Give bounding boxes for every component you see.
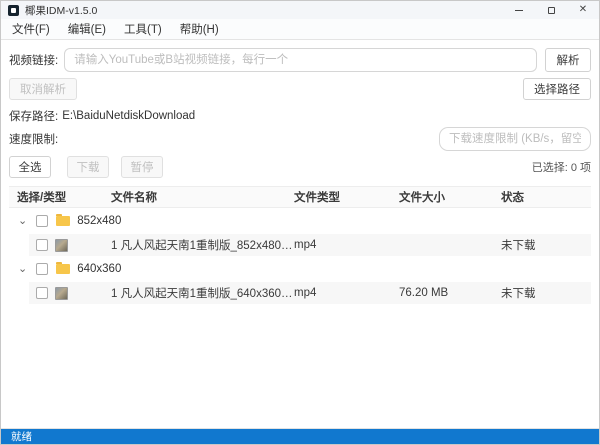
menu-tools[interactable]: 工具(T)	[115, 19, 171, 39]
col-file-name: 文件名称	[111, 189, 294, 205]
file-name: 1 凡人风起天南1重制版_640x360_avc1	[111, 285, 294, 301]
status-text: 就绪	[11, 429, 32, 444]
col-status: 状态	[501, 189, 591, 205]
choose-path-button[interactable]: 选择路径	[523, 78, 591, 100]
chevron-down-icon[interactable]: ⌄	[18, 265, 27, 273]
file-status: 未下载	[501, 237, 591, 253]
main-content: 视频链接: 解析 取消解析 选择路径 保存路径: E:\BaiduNetdisk…	[1, 40, 599, 428]
menu-edit[interactable]: 编辑(E)	[59, 19, 115, 39]
file-size: 76.20 MB	[399, 287, 501, 299]
window-controls: ✕	[503, 1, 599, 19]
file-row[interactable]: 1 凡人风起天南1重制版_640x360_avc1mp476.20 MB未下载	[29, 282, 591, 304]
group-row[interactable]: ⌄ 640x360	[9, 258, 591, 280]
status-bar: 就绪	[1, 428, 599, 444]
group-checkbox[interactable]	[36, 263, 48, 275]
video-thumbnail-icon	[55, 287, 68, 300]
group-name: 852x480	[77, 215, 121, 227]
file-name: 1 凡人风起天南1重制版_852x480_avc1	[111, 237, 294, 253]
file-select-cell	[29, 239, 111, 252]
window-title: 椰果IDM-v1.5.0	[25, 3, 97, 18]
menu-help[interactable]: 帮助(H)	[171, 19, 228, 39]
actions-row: 取消解析 选择路径	[9, 78, 591, 100]
files-table: 选择/类型 文件名称 文件类型 文件大小 状态 ⌄ 852x480 1 凡人风起天南…	[9, 186, 591, 304]
video-link-label: 视频链接:	[9, 52, 58, 68]
speed-limit-input[interactable]	[439, 127, 591, 151]
maximize-button[interactable]	[535, 1, 567, 19]
video-link-input[interactable]	[64, 48, 537, 72]
file-row[interactable]: 1 凡人风起天南1重制版_852x480_avc1mp4 未下载	[29, 234, 591, 256]
speed-limit-row: 速度限制:	[9, 127, 591, 151]
table-header: 选择/类型 文件名称 文件类型 文件大小 状态	[9, 186, 591, 208]
group-checkbox[interactable]	[36, 215, 48, 227]
toolbar-row: 全选 下载 暂停 已选择: 0 项	[9, 156, 591, 178]
file-checkbox[interactable]	[36, 287, 48, 299]
menu-bar: 文件(F) 编辑(E) 工具(T) 帮助(H)	[1, 19, 599, 40]
file-type: mp4	[294, 287, 399, 299]
chevron-down-icon[interactable]: ⌄	[18, 217, 27, 225]
parse-button[interactable]: 解析	[545, 48, 591, 72]
app-window: 椰果IDM-v1.5.0 ✕ 文件(F) 编辑(E) 工具(T) 帮助(H) 视…	[0, 0, 600, 445]
cancel-parse-button[interactable]: 取消解析	[9, 78, 77, 100]
folder-icon	[56, 264, 70, 274]
title-bar: 椰果IDM-v1.5.0 ✕	[1, 1, 599, 19]
save-path-value: E:\BaiduNetdiskDownload	[62, 110, 195, 122]
save-path-row: 保存路径: E:\BaiduNetdiskDownload	[9, 108, 591, 124]
folder-icon	[56, 216, 70, 226]
table-body: ⌄852x4801 凡人风起天南1重制版_852x480_avc1mp4未下载⌄…	[9, 210, 591, 304]
speed-limit-label: 速度限制:	[9, 131, 58, 147]
pause-button[interactable]: 暂停	[121, 156, 163, 178]
app-icon	[8, 5, 19, 16]
video-link-row: 视频链接: 解析	[9, 48, 591, 72]
col-file-size: 文件大小	[399, 189, 501, 205]
minimize-icon	[515, 10, 523, 11]
selected-count: 已选择: 0 项	[532, 159, 591, 175]
maximize-icon	[548, 7, 555, 14]
file-select-cell	[29, 287, 111, 300]
file-type: mp4	[294, 239, 399, 251]
download-button[interactable]: 下载	[67, 156, 109, 178]
col-file-type: 文件类型	[294, 189, 399, 205]
save-path-label: 保存路径:	[9, 108, 58, 124]
col-select-type: 选择/类型	[9, 189, 111, 205]
minimize-button[interactable]	[503, 1, 535, 19]
video-thumbnail-icon	[55, 239, 68, 252]
close-icon: ✕	[579, 5, 587, 15]
file-checkbox[interactable]	[36, 239, 48, 251]
menu-file[interactable]: 文件(F)	[3, 19, 59, 39]
file-status: 未下载	[501, 285, 591, 301]
group-row[interactable]: ⌄ 852x480	[9, 210, 591, 232]
close-button[interactable]: ✕	[567, 1, 599, 19]
group-name: 640x360	[77, 263, 121, 275]
select-all-button[interactable]: 全选	[9, 156, 51, 178]
